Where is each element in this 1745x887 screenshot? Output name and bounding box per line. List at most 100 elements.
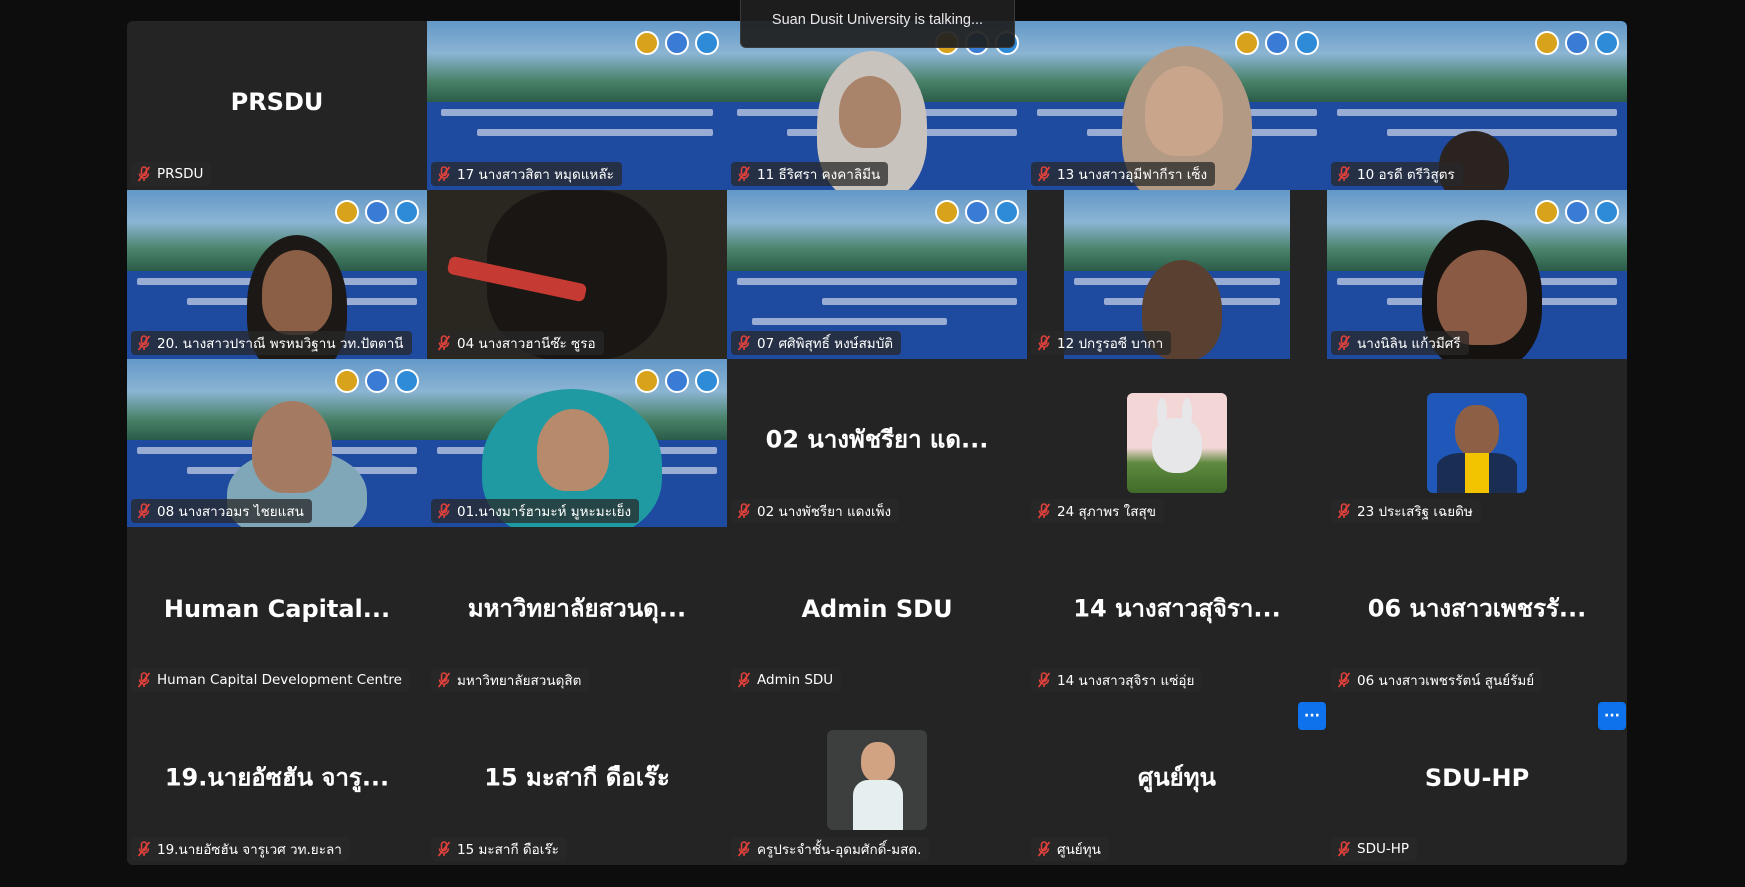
portrait-shirt [1465, 452, 1489, 493]
mic-muted-icon [737, 334, 751, 351]
participant-nametag: 04 นางสาวฮานีซ๊ะ ซูรอ [431, 330, 604, 355]
bunny-ear [1182, 397, 1192, 428]
participant-nametag: 14 นางสาวสุจิรา แซ่อุ่ย [1031, 668, 1203, 693]
hcd-logo-icon [1595, 31, 1619, 55]
participant-name: 20. นางสาวปราณี พรหมวิฐาน วท.ปัตตานี [157, 335, 404, 352]
seal-icon [1535, 199, 1559, 224]
participant-display-name: Admin SDU [801, 594, 953, 623]
mic-muted-icon [1037, 334, 1051, 351]
participant-video-tile[interactable]: 12 ปกรูรอซี บากา [1027, 189, 1327, 359]
participant-tile[interactable]: มหาวิทยาลัยสวนดุ... มหาวิทยาลัยสวนดุสิต [427, 527, 727, 697]
participant-tile[interactable]: 06 นางสาวเพชรรั... 06 นางสาวเพชรรัตน์ สู… [1327, 527, 1627, 697]
participant-face [1145, 66, 1223, 156]
mic-muted-icon [437, 503, 451, 519]
participant-name: 14 นางสาวสุจิรา แซ่อุ่ย [1057, 673, 1195, 690]
participant-video-tile[interactable]: 10 อรดี ตรีวิสูตร [1327, 21, 1627, 190]
hcd-logo-icon [1595, 199, 1619, 224]
participant-name: 04 นางสาวฮานีซ๊ะ ซูรอ [457, 335, 596, 352]
emblem-icon [1265, 31, 1289, 55]
logos [935, 199, 1019, 224]
emblem-icon [965, 199, 989, 224]
participant-tile[interactable]: 23 ประเสริฐ เฉยดิษ [1327, 358, 1627, 528]
participant-name: มหาวิทยาลัยสวนดุสิต [457, 673, 582, 690]
logos [335, 199, 419, 224]
hcd-logo-icon [1295, 31, 1319, 55]
mic-muted-icon [137, 334, 151, 351]
participant-display-name: SDU-HP [1424, 763, 1530, 792]
participant-tile[interactable]: Human Capital... Human Capital Developme… [127, 527, 427, 697]
portrait-face [861, 742, 895, 783]
hcd-logo-icon [395, 199, 419, 224]
participant-display-name: ศูนย์ทุน [1138, 763, 1216, 792]
participant-name: Admin SDU [757, 672, 834, 689]
participant-display-name: 14 นางสาวสุจิรา... [1073, 594, 1281, 623]
participant-tile[interactable]: ศูนย์ทุน ศูนย์ทุน [1027, 696, 1327, 865]
participant-name: 24 สุภาพร ใสสุข [1057, 504, 1156, 521]
mic-muted-icon [437, 841, 451, 857]
participant-display-name: 02 นางพัชรียา แด... [765, 425, 989, 454]
active-speaker-text: Suan Dusit University is talking... [771, 12, 984, 28]
participant-tile[interactable]: ครูประจำชั้น-อุดมศักดิ์-มสด. [727, 696, 1027, 865]
seal-icon [335, 199, 359, 224]
participant-nametag: 23 ประเสริฐ เฉยดิษ [1331, 499, 1481, 524]
participant-tile[interactable]: PRSDU PRSDU [127, 21, 427, 190]
more-options-icon: ··· [1304, 708, 1320, 724]
participant-face [262, 249, 332, 335]
participant-nametag: 01.นางมาร์ฮามะห์ มูหะมะเย็ง [431, 499, 640, 524]
logos [1535, 31, 1619, 55]
participant-more-options-button[interactable]: ··· [1298, 702, 1326, 730]
participant-video-tile[interactable]: 13 นางสาวอุมีฟากีรา เซ็ง [1027, 21, 1327, 190]
participant-tile[interactable]: Admin SDU Admin SDU [727, 527, 1027, 697]
mic-muted-icon [137, 841, 151, 857]
seal-icon [1235, 31, 1259, 55]
participant-video-tile[interactable]: 01.นางมาร์ฮามะห์ มูหะมะเย็ง [427, 358, 727, 528]
emblem-icon [365, 368, 389, 393]
participant-name: 17 นางสาวสิตา หมุดแหล๊ะ [457, 166, 614, 183]
mic-muted-icon [1337, 334, 1351, 351]
participant-name: 10 อรดี ตรีวิสูตร [1357, 166, 1455, 183]
mic-muted-icon [1337, 672, 1351, 688]
participant-tile[interactable]: 19.นายอัซฮัน จารู... 19.นายอัซฮัน จารูเว… [127, 696, 427, 865]
hcd-logo-icon [695, 368, 719, 393]
participant-name: 19.นายอัซฮัน จารูเวศ วท.ยะลา [157, 841, 342, 858]
participant-name: Human Capital Development Centre [157, 672, 402, 689]
logos [335, 368, 419, 393]
emblem-icon [1565, 199, 1589, 224]
participant-nametag: 20. นางสาวปราณี พรหมวิฐาน วท.ปัตตานี [131, 330, 412, 355]
participant-face [252, 400, 332, 493]
logos [1235, 31, 1319, 55]
participant-tile[interactable]: 24 สุภาพร ใสสุข [1027, 358, 1327, 528]
participant-video-tile[interactable]: 08 นางสาวอมร ไชยแสน [127, 358, 427, 528]
bunny-ear [1157, 397, 1167, 428]
participant-name: 01.นางมาร์ฮามะห์ มูหะมะเย็ง [457, 504, 632, 521]
participant-more-options-button[interactable]: ··· [1598, 702, 1626, 730]
participant-video-tile[interactable]: 17 นางสาวสิตา หมุดแหล๊ะ [427, 21, 727, 190]
seal-icon [635, 368, 659, 393]
participant-tile[interactable]: SDU-HP SDU-HP [1327, 696, 1627, 865]
participant-video-tile[interactable]: นางนิลิน แก้วมีศรี [1327, 189, 1627, 359]
participant-video-tile[interactable]: 04 นางสาวฮานีซ๊ะ ซูรอ [427, 189, 727, 359]
participant-display-name: 15 มะสากี ดือเร๊ะ [484, 763, 670, 792]
participant-tile[interactable]: 15 มะสากี ดือเร๊ะ 15 มะสากี ดือเร๊ะ [427, 696, 727, 865]
seal-icon [935, 199, 959, 224]
participant-nametag: Human Capital Development Centre [131, 668, 410, 693]
participant-nametag: นางนิลิน แก้วมีศรี [1331, 330, 1469, 355]
banner-text-line [737, 277, 1017, 285]
participant-video-tile[interactable]: 07 ศศิพิสุทธิ์ หงษ์สมบัติ [727, 189, 1027, 359]
meeting-stage: PRSDU PRSDU 17 นางสาวสิตา หมุดแหล๊ะ 11 ธ… [0, 0, 1745, 887]
participant-nametag: ครูประจำชั้น-อุดมศักดิ์-มสด. [731, 836, 930, 861]
participant-nametag: 13 นางสาวอุมีฟากีรา เซ็ง [1031, 161, 1216, 186]
mic-muted-icon [437, 672, 451, 688]
participant-tile[interactable]: 02 นางพัชรียา แด... 02 นางพัชรียา แดงเพ็… [727, 358, 1027, 528]
participant-nametag: 06 นางสาวเพชรรัตน์ สูนย์รัมย์ [1331, 668, 1543, 693]
mic-muted-icon [437, 165, 451, 182]
seal-icon [335, 368, 359, 393]
mic-muted-icon [737, 672, 751, 688]
participant-video-tile[interactable]: 20. นางสาวปราณี พรหมวิฐาน วท.ปัตตานี [127, 189, 427, 359]
mic-muted-icon [1037, 165, 1051, 182]
banner-text-line [1337, 109, 1617, 116]
participant-name: 07 ศศิพิสุทธิ์ หงษ์สมบัติ [757, 335, 894, 352]
participant-tile[interactable]: 14 นางสาวสุจิรา... 14 นางสาวสุจิรา แซ่อุ… [1027, 527, 1327, 697]
participant-nametag: 24 สุภาพร ใสสุข [1031, 499, 1164, 524]
participant-name: 12 ปกรูรอซี บากา [1057, 335, 1164, 352]
